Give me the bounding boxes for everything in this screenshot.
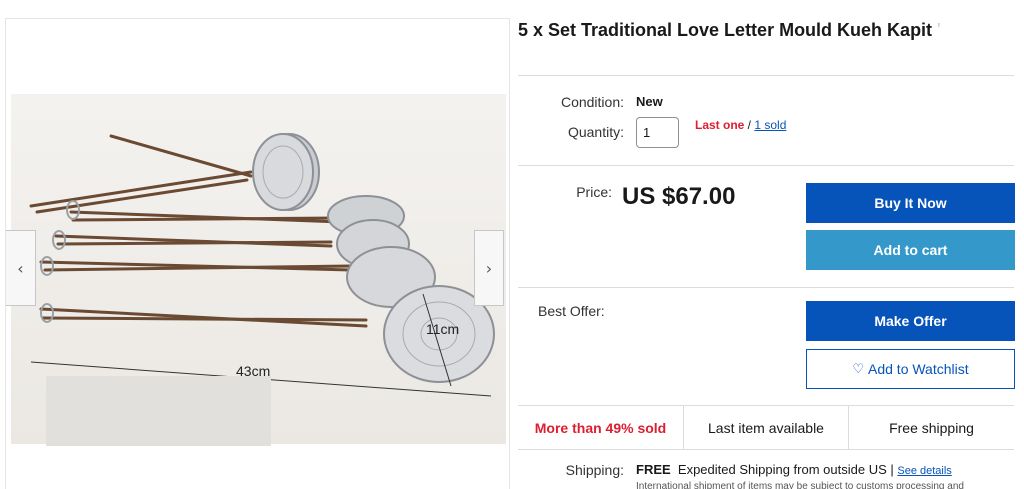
divider [518, 287, 1014, 288]
add-to-watchlist-button[interactable]: ♡ Add to Watchlist [806, 349, 1015, 389]
condition-value: New [636, 94, 663, 109]
best-offer-label: Best Offer: [538, 303, 605, 319]
shipping-customs-note: International shipment of items may be s… [636, 481, 964, 489]
availability-info: Last one / 1 sold [695, 118, 786, 132]
divider [518, 165, 1014, 166]
buy-it-now-button[interactable]: Buy It Now [806, 183, 1015, 223]
diameter-dimension-label: 11cm [426, 321, 459, 337]
add-to-cart-button[interactable]: Add to cart [806, 230, 1015, 270]
listing-title-cutoff: ' [937, 20, 941, 40]
chevron-right-icon: › [485, 258, 493, 278]
free-shipping-signal: Free shipping [889, 419, 974, 436]
last-item-signal: Last item available [708, 419, 824, 436]
listing-title: 5 x Set Traditional Love Letter Mould Ku… [518, 20, 941, 41]
make-offer-button[interactable]: Make Offer [806, 301, 1015, 341]
condition-label: Condition: [560, 94, 624, 110]
quantity-label: Quantity: [567, 124, 624, 140]
quantity-input[interactable] [636, 117, 679, 148]
shipping-value: FREE Expedited Shipping from outside US … [636, 462, 952, 477]
sold-percent-signal: More than 49% sold [534, 419, 667, 436]
price-label: Price: [576, 184, 612, 200]
price-value: US $67.00 [622, 183, 736, 210]
shipping-label: Shipping: [565, 462, 624, 478]
next-image-button[interactable]: › [474, 230, 504, 306]
divider [518, 75, 1014, 76]
redacted-area [46, 376, 271, 446]
image-gallery: 43cm 11cm ‹ › [5, 18, 510, 489]
shipping-method-text: Expedited Shipping from outside US | [677, 462, 898, 477]
shipping-free-text: FREE [636, 462, 671, 477]
previous-image-button[interactable]: ‹ [6, 230, 36, 306]
last-one-text: Last one [695, 118, 745, 132]
watchlist-label: Add to Watchlist [868, 361, 969, 377]
chevron-left-icon: ‹ [17, 258, 24, 278]
listing-title-text: 5 x Set Traditional Love Letter Mould Ku… [518, 20, 933, 40]
availability-separator: / [744, 118, 755, 132]
see-details-link[interactable]: See details [897, 465, 951, 477]
heart-outline-icon: ♡ [852, 361, 864, 377]
sold-count-link[interactable]: 1 sold [754, 118, 786, 132]
